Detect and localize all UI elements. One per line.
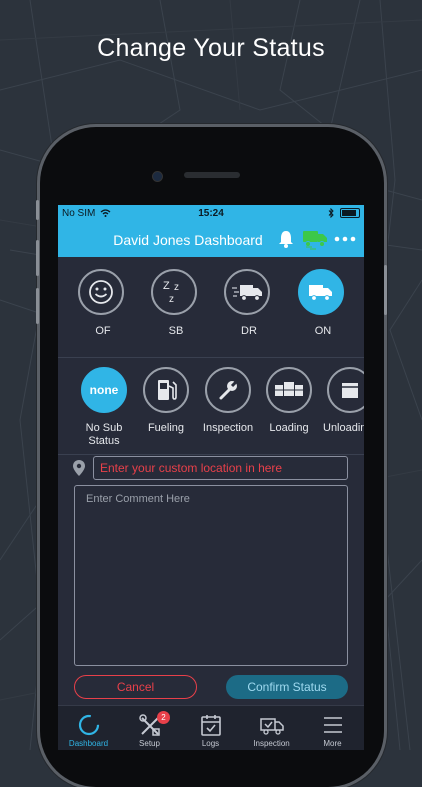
tab-dashboard[interactable]: Dashboard	[58, 706, 119, 750]
tab-label: Dashboard	[68, 739, 109, 748]
calendar-check-icon	[201, 715, 221, 736]
volume-down-button	[36, 288, 39, 324]
wrench-icon	[205, 367, 251, 413]
volume-up-button	[36, 240, 39, 276]
sub-status-label: Inspection	[202, 422, 254, 434]
status-right	[328, 208, 360, 218]
status-label: SB	[168, 325, 184, 337]
status-label: OF	[95, 325, 111, 337]
smiley-icon	[78, 269, 124, 315]
sub-status-inspection[interactable]: Inspection	[197, 367, 259, 435]
custom-location-input[interactable]	[93, 456, 348, 480]
location-pin-icon	[73, 460, 85, 476]
hamburger-menu-icon	[324, 717, 342, 733]
tab-label: More	[323, 739, 342, 748]
tab-label: Inspection	[253, 739, 290, 748]
sub-status-unloading[interactable]: Unloading	[319, 367, 364, 435]
cancel-button[interactable]: Cancel	[74, 675, 197, 699]
tab-inspection[interactable]: Inspection	[241, 706, 302, 750]
svg-text:z: z	[174, 282, 179, 293]
earpiece-speaker	[184, 172, 240, 178]
battery-icon	[340, 208, 360, 218]
truck-icon	[298, 269, 344, 315]
page-headline: Change Your Status	[97, 34, 325, 62]
tab-setup[interactable]: 2 Setup	[119, 706, 180, 750]
sub-status-label: Unloading	[323, 422, 364, 434]
truck-check-icon	[260, 718, 284, 735]
more-dots-icon[interactable]	[334, 236, 356, 242]
status-option-of[interactable]: OF	[78, 269, 128, 337]
status-option-on[interactable]: ON	[298, 269, 348, 337]
boxes-icon	[266, 367, 312, 413]
sleep-zzz-icon: Z z z	[151, 269, 197, 315]
box-icon	[327, 367, 364, 413]
sub-status-row: none No Sub Status Fueling Inspection Lo…	[58, 358, 364, 455]
front-camera	[152, 171, 163, 182]
status-label: DR	[241, 325, 257, 337]
sub-status-label: Loading	[269, 422, 309, 434]
status-label: ON	[314, 325, 332, 337]
svg-text:Z: Z	[163, 280, 170, 292]
truck-status-icon[interactable]	[302, 227, 328, 251]
dashboard-ring-icon	[78, 714, 100, 736]
side-button	[36, 200, 39, 220]
bell-icon[interactable]	[277, 229, 295, 249]
setup-badge: 2	[157, 711, 170, 724]
none-badge: none	[81, 367, 127, 413]
duty-status-row: OF Z z z SB DR ON	[58, 257, 364, 358]
nav-bar: David Jones Dashboard	[58, 222, 364, 257]
app-screen: No SIM 15:24 David Jones Dashboard OF Z …	[58, 205, 364, 750]
none-text: none	[89, 383, 119, 397]
sub-status-none[interactable]: none No Sub Status	[73, 367, 135, 448]
sub-status-loading[interactable]: Loading	[258, 367, 320, 435]
comment-textarea[interactable]	[74, 485, 348, 666]
status-option-sb[interactable]: Z z z SB	[151, 269, 201, 337]
location-row	[58, 456, 364, 482]
sub-status-fueling[interactable]: Fueling	[135, 367, 197, 435]
tab-label: Setup	[139, 739, 160, 748]
clock: 15:24	[198, 208, 224, 219]
fuel-pump-icon	[143, 367, 189, 413]
moving-truck-icon	[224, 269, 270, 315]
tab-more[interactable]: More	[302, 706, 363, 750]
svg-text:z: z	[169, 294, 174, 305]
ios-status-bar: No SIM 15:24	[58, 205, 364, 222]
sub-status-label: No Sub Status	[85, 422, 123, 447]
tab-logs[interactable]: Logs	[180, 706, 241, 750]
sub-status-label: Fueling	[147, 422, 185, 434]
bluetooth-icon	[328, 208, 334, 218]
confirm-status-button[interactable]: Confirm Status	[226, 675, 348, 699]
power-button	[384, 265, 387, 315]
status-option-dr[interactable]: DR	[224, 269, 274, 337]
tab-bar: Dashboard 2 Setup Logs Inspection More	[58, 705, 364, 750]
tab-label: Logs	[201, 739, 220, 748]
